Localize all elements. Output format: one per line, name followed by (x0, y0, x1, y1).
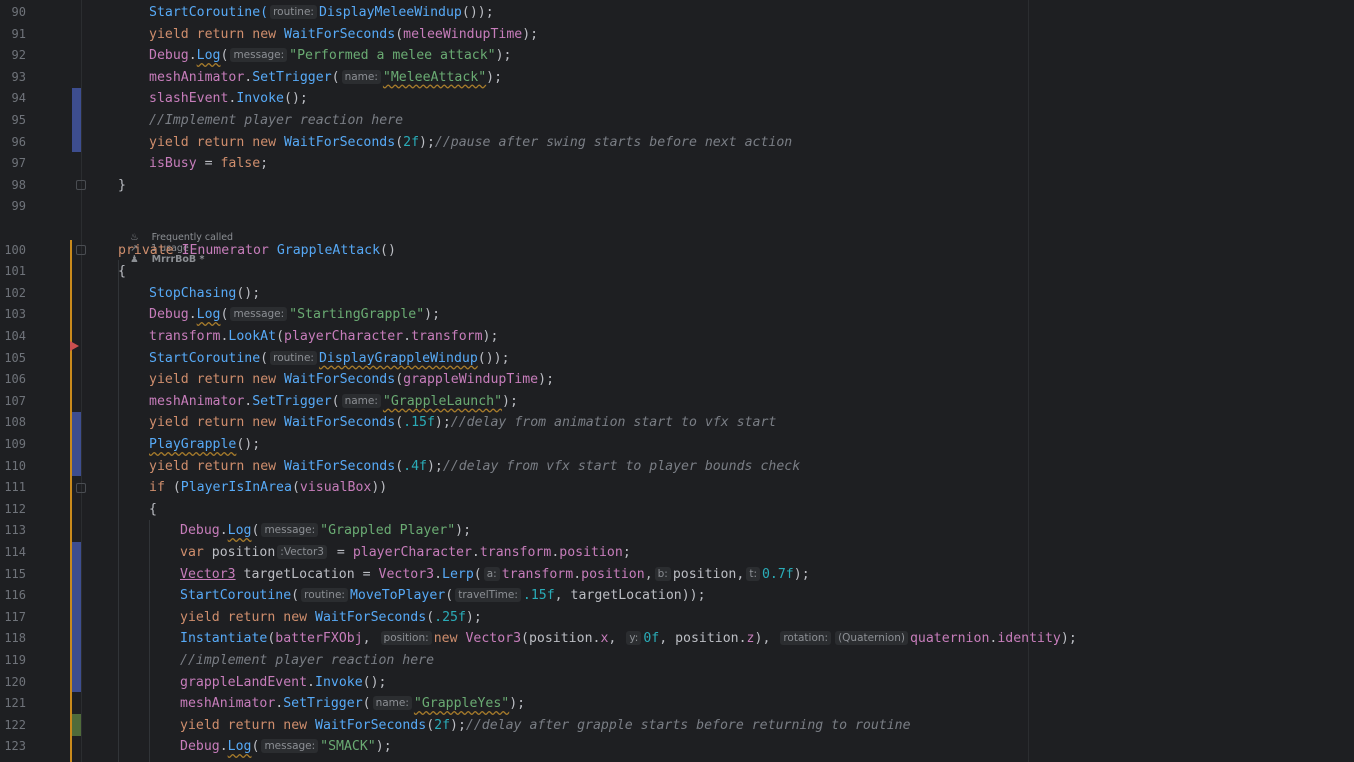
line-number[interactable]: 108 (0, 412, 26, 434)
code-line[interactable]: yield return new WaitForSeconds(grappleW… (118, 369, 554, 391)
param-hint: a: (483, 566, 500, 581)
code-line[interactable]: meshAnimator.SetTrigger(name: "GrappleLau… (118, 391, 518, 413)
code-line[interactable]: StartCoroutine(routine: DisplayMeleeWindu… (118, 2, 494, 24)
code-line[interactable]: yield return new WaitForSeconds(2f);//de… (118, 715, 911, 737)
code-line[interactable]: } (118, 175, 126, 197)
line-number[interactable]: 102 (0, 283, 26, 305)
code-line[interactable]: isBusy = false; (118, 153, 268, 175)
code-line[interactable]: var position:Vector3 = playerCharacter.t… (118, 542, 631, 564)
line-number[interactable]: 116 (0, 585, 26, 607)
line-number[interactable]: 94 (0, 88, 26, 110)
line-number[interactable]: 98 (0, 175, 26, 197)
code-line[interactable]: //Implement player reaction here (118, 110, 403, 132)
line-number[interactable]: 120 (0, 672, 26, 694)
line-number[interactable]: 119 (0, 650, 26, 672)
line-number[interactable]: 103 (0, 304, 26, 326)
line-number[interactable]: 121 (0, 693, 26, 715)
modified-marker[interactable] (72, 542, 81, 692)
code-line[interactable]: slashEvent.Invoke(); (118, 88, 308, 110)
line-number[interactable]: 122 (0, 715, 26, 737)
fold-icon[interactable] (76, 180, 86, 190)
param-hint: t: (746, 566, 760, 581)
line-number[interactable]: 95 (0, 110, 26, 132)
line-number[interactable]: 101 (0, 261, 26, 283)
line-number[interactable]: 93 (0, 67, 26, 89)
line-number[interactable]: 97 (0, 153, 26, 175)
modified-marker[interactable] (72, 88, 81, 152)
param-hint: rotation: (780, 631, 832, 646)
line-number[interactable]: 99 (0, 196, 26, 218)
line-number[interactable]: 118 (0, 628, 26, 650)
param-hint: b: (654, 566, 671, 581)
param-hint: routine: (270, 350, 317, 365)
modified-marker[interactable] (72, 412, 81, 476)
line-number[interactable]: 111 (0, 477, 26, 499)
type-hint: (Quaternion) (835, 631, 908, 646)
code-line[interactable]: if (PlayerIsInArea(visualBox)) (118, 477, 387, 499)
param-hint: message: (261, 739, 319, 754)
line-number[interactable]: 92 (0, 45, 26, 67)
param-hint: travelTime: (455, 588, 521, 603)
param-hint: name: (341, 69, 381, 84)
line-number[interactable]: 91 (0, 24, 26, 46)
code-line[interactable]: Vector3 targetLocation = Vector3.Lerp(a:… (118, 564, 810, 586)
param-hint: routine: (301, 588, 348, 603)
code-line[interactable]: Debug.Log(message: "Performed a melee att… (118, 45, 512, 67)
code-line[interactable]: { (118, 261, 126, 283)
fold-icon[interactable] (76, 483, 86, 493)
code-editor[interactable]: 90 91 92 93 94 95 96 97 98 99 100 101 102 103 104 105 10… (0, 0, 1354, 762)
code-line[interactable]: transform.LookAt(playerCharacter.transfo… (118, 326, 498, 348)
line-number[interactable]: 109 (0, 434, 26, 456)
breakpoint-icon[interactable] (70, 341, 79, 351)
param-hint: routine: (270, 5, 317, 19)
code-line[interactable]: StopChasing(); (118, 283, 260, 305)
line-number[interactable]: 107 (0, 391, 26, 413)
code-line[interactable]: Debug.Log(message: "Grappled Player"); (118, 520, 471, 542)
line-number[interactable]: 105 (0, 348, 26, 370)
code-line[interactable]: Instantiate(batterFXObj, position: new Ve… (118, 628, 1077, 650)
code-line[interactable]: { (118, 499, 157, 521)
param-hint: message: (261, 523, 319, 538)
line-number[interactable]: 106 (0, 369, 26, 391)
code-line[interactable]: yield return new WaitForSeconds(2f);//pa… (118, 132, 792, 154)
line-number[interactable]: 115 (0, 564, 26, 586)
param-hint: message: (230, 48, 288, 63)
line-number[interactable]: 104 (0, 326, 26, 348)
line-number[interactable]: 96 (0, 132, 26, 154)
param-hint: y: (626, 631, 642, 646)
code-line[interactable]: private IEnumerator GrappleAttack() (118, 240, 396, 262)
added-marker[interactable] (72, 714, 81, 736)
line-number[interactable]: 90 (0, 2, 26, 24)
code-line[interactable]: //implement player reaction here (118, 650, 434, 672)
line-number[interactable]: 114 (0, 542, 26, 564)
code-line[interactable]: yield return new WaitForSeconds(.25f); (118, 607, 482, 629)
line-number[interactable]: 117 (0, 607, 26, 629)
line-number[interactable]: 123 (0, 736, 26, 758)
code-line[interactable]: StartCoroutine(routine: DisplayGrappleWin… (118, 348, 510, 370)
code-line[interactable]: yield return new WaitForSeconds(.15f);//… (118, 412, 776, 434)
code-line[interactable]: StartCoroutine(routine: MoveToPlayer(trav… (118, 585, 706, 607)
line-number[interactable]: 113 (0, 520, 26, 542)
line-number[interactable]: 112 (0, 499, 26, 521)
code-line[interactable]: Debug.Log(message: "StartingGrapple"); (118, 304, 440, 326)
param-hint: name: (372, 696, 412, 711)
param-hint: name: (341, 393, 381, 408)
code-line[interactable]: meshAnimator.SetTrigger(name: "MeleeAttac… (118, 67, 502, 89)
line-number[interactable]: 100 (0, 240, 26, 262)
type-hint: :Vector3 (277, 545, 327, 559)
code-line[interactable]: Debug.Log(message: "SMACK"); (118, 736, 392, 758)
param-hint: position: (380, 631, 432, 646)
code-line[interactable]: PlayGrapple(); (118, 434, 260, 456)
line-number[interactable]: 110 (0, 456, 26, 478)
code-line[interactable]: meshAnimator.SetTrigger(name: "GrappleYes… (118, 693, 525, 715)
code-line[interactable]: yield return new WaitForSeconds(meleeWin… (118, 24, 538, 46)
param-hint: message: (230, 307, 288, 322)
fold-icon[interactable] (76, 245, 86, 255)
gutter-separator (81, 0, 82, 762)
code-line[interactable]: grappleLandEvent.Invoke(); (118, 672, 386, 694)
code-line[interactable]: yield return new WaitForSeconds(.4f);//d… (118, 456, 800, 478)
